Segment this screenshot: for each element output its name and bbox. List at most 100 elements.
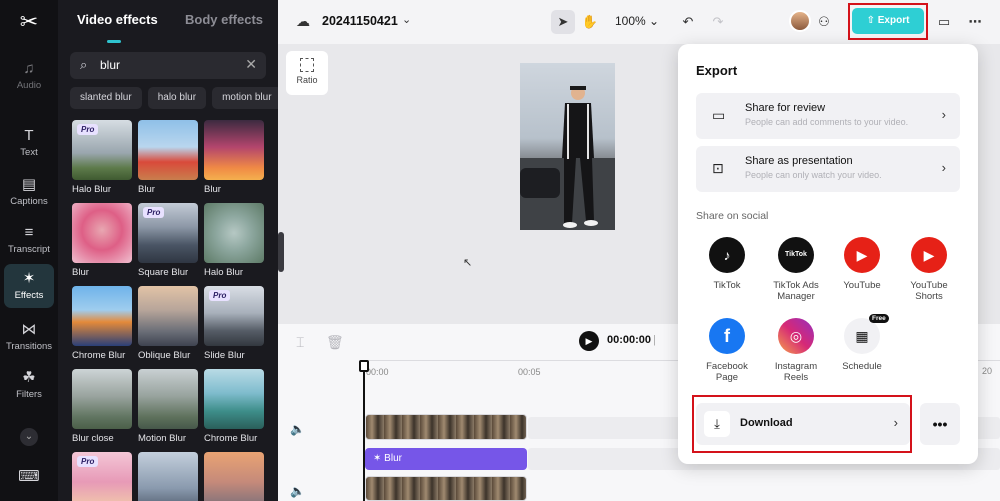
play-button[interactable]: ▶ (579, 331, 599, 351)
clear-search-icon[interactable]: ✕ (245, 56, 257, 73)
download-highlight-frame (692, 395, 912, 453)
social-facebook-page[interactable]: f Facebook Page (694, 318, 760, 383)
effect-tile[interactable]: Chrome Blur (72, 286, 132, 361)
pro-badge: Pro (209, 290, 231, 301)
effect-tile[interactable]: Blur close (72, 369, 132, 444)
tab-video-effects[interactable]: Video effects (77, 12, 158, 27)
social-youtube-shorts[interactable]: ▶ YouTube Shorts (896, 237, 962, 302)
video-clip[interactable] (365, 476, 527, 501)
effect-thumbnail (138, 369, 198, 429)
effect-label: Blur close (72, 433, 114, 444)
effect-tile[interactable]: Pro Slide Blur (204, 286, 264, 361)
share-as-presentation-row[interactable]: ⊡ Share as presentation People can only … (696, 146, 960, 192)
split-icon[interactable]: ⌶ (296, 334, 304, 351)
present-button[interactable]: ▭ (932, 10, 956, 34)
effect-tile[interactable]: Blur (72, 203, 132, 278)
chip-halo-blur[interactable]: halo blur (147, 87, 207, 109)
video-preview[interactable] (520, 63, 615, 230)
undo-button[interactable]: ↶ (676, 10, 700, 34)
effects-tabs: Video effects Body effects (58, 12, 278, 43)
social-instagram-reels[interactable]: ◎ Instagram Reels (763, 318, 829, 383)
effect-thumbnail (138, 120, 198, 180)
rail-item-audio[interactable]: ♫ Audio (4, 54, 54, 98)
effect-clip-label: Blur (384, 453, 402, 464)
rail-item-label: Filters (16, 389, 42, 400)
filters-icon: ☘ (22, 369, 36, 386)
select-tool-button[interactable]: ➤ (551, 10, 575, 34)
social-tiktok-ads-manager[interactable]: TikTok TikTok Ads Manager (763, 237, 829, 302)
tab-body-effects[interactable]: Body effects (185, 12, 263, 27)
speaker-icon[interactable]: 🔈 (290, 484, 305, 498)
effect-tile[interactable] (138, 452, 198, 501)
effect-thumbnail: Pro (138, 203, 198, 263)
ratio-button[interactable]: Ratio (286, 51, 328, 95)
share-row-subtitle: People can add comments to your video. (745, 117, 909, 127)
social-schedule[interactable]: ▦ Free Schedule (829, 314, 895, 372)
chevron-down-icon[interactable]: ⌄ (402, 13, 411, 26)
avatar[interactable] (789, 10, 811, 32)
keyboard-icon: ⌨ (18, 468, 40, 485)
effect-clip-blur[interactable]: ✶ Blur (365, 448, 527, 470)
effect-tile[interactable]: Blur (204, 120, 264, 195)
person-figure-image (520, 86, 615, 230)
search-input[interactable]: blur (100, 58, 120, 72)
invite-collaborator-button[interactable]: ⚇ (813, 10, 835, 34)
effect-tile[interactable]: Motion Blur (138, 369, 198, 444)
effect-thumbnail: Pro (72, 120, 132, 180)
hand-tool-button[interactable]: ✋ (578, 10, 602, 34)
effect-tile[interactable]: Blur (138, 120, 198, 195)
rail-expand-button[interactable]: ⌄ (20, 428, 38, 446)
effect-tile[interactable]: Halo Blur (204, 203, 264, 278)
effect-tile[interactable]: Chrome Blur (204, 369, 264, 444)
effect-thumbnail: Pro (72, 452, 132, 501)
sparkle-icon: ✶ (373, 453, 382, 464)
rail-keyboard-button[interactable]: ⌨ (4, 462, 54, 490)
effects-panel: Video effects Body effects ⌕ blur ✕ slan… (58, 0, 278, 501)
more-export-options-button[interactable]: ••• (920, 403, 960, 445)
effect-label: Motion Blur (138, 433, 187, 444)
rail-item-captions[interactable]: ▤ Captions (4, 170, 54, 214)
chip-motion-blur[interactable]: motion blur (212, 87, 278, 109)
captions-icon: ▤ (21, 176, 37, 193)
timecode-separator: | (653, 334, 656, 346)
effect-tile[interactable]: Oblique Blur (138, 286, 198, 361)
effect-tile[interactable] (204, 452, 264, 501)
effect-tile[interactable]: Pro Halo Blur (72, 120, 132, 195)
redo-button[interactable]: ↷ (706, 10, 730, 34)
effect-label: Blur (72, 267, 89, 278)
social-youtube[interactable]: ▶ YouTube (829, 237, 895, 291)
more-dots-icon: ⋯ (968, 14, 982, 29)
project-name[interactable]: 20241150421 (322, 14, 398, 28)
speaker-icon[interactable]: 🔈 (290, 422, 305, 436)
rail-item-transitions[interactable]: ⋈ Transitions (4, 315, 54, 359)
cloud-save-icon[interactable]: ☁ (296, 13, 310, 30)
rail-item-transcript[interactable]: ≡ Transcript (4, 218, 54, 262)
transcript-icon: ≡ (24, 224, 34, 241)
suggestion-chips: slanted blur halo blur motion blur (70, 87, 278, 109)
playhead[interactable] (363, 362, 365, 501)
playhead-handle[interactable] (359, 360, 369, 372)
video-clip[interactable] (365, 414, 527, 440)
facebook-icon: f (709, 318, 745, 354)
social-label: YouTube Shorts (910, 280, 948, 302)
panel-collapse-handle[interactable] (278, 232, 284, 272)
rail-item-effects[interactable]: ✶ Effects (4, 264, 54, 308)
effects-search[interactable]: ⌕ blur ✕ (70, 52, 266, 79)
calendar-icon: ▦ (844, 318, 880, 354)
social-label: Facebook Page (706, 361, 748, 383)
rail-item-text[interactable]: T Text (4, 121, 54, 165)
share-for-review-row[interactable]: ▭ Share for review People can add commen… (696, 93, 960, 139)
chevron-down-icon: ⌄ (649, 14, 660, 28)
chip-slanted-blur[interactable]: slanted blur (70, 87, 142, 109)
rail-item-filters[interactable]: ☘ Filters (4, 363, 54, 407)
trash-icon[interactable]: 🗑 (326, 334, 344, 351)
social-tiktok[interactable]: ♪ TikTok (694, 237, 760, 291)
more-menu-button[interactable]: ⋯ (963, 10, 987, 34)
effect-tile[interactable]: Pro (72, 452, 132, 501)
effect-tile[interactable]: Pro Square Blur (138, 203, 198, 278)
bowtie-icon: ⋈ (21, 321, 37, 338)
effect-thumbnail (138, 286, 198, 346)
zoom-level[interactable]: 100% ⌄ (615, 14, 659, 28)
effect-thumbnail: Pro (204, 286, 264, 346)
app-logo-icon[interactable]: ✂ (14, 8, 44, 36)
